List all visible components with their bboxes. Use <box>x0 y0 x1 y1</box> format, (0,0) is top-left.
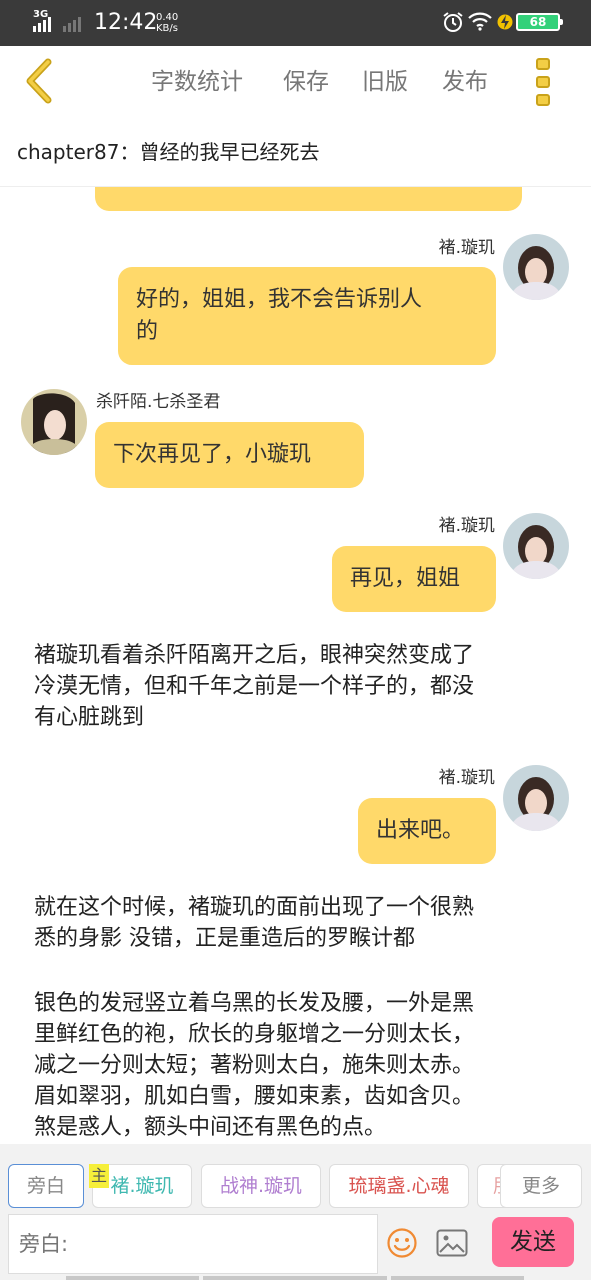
signal-icon-secondary <box>63 14 81 32</box>
message-text-line: 好的，姐姐，我不会告诉别人 <box>136 287 423 312</box>
more-menu-icon[interactable] <box>530 56 558 108</box>
narration-line: 眉如翠羽，肌如白雪，腰如束素，齿如含贝。 <box>34 1084 475 1109</box>
clock: 12:42 <box>94 10 158 35</box>
chat-scroll-area[interactable]: 褚.璇玑 好的，姐姐，我不会告诉别人 的 杀阡陌.七杀圣君 下次再见了，小璇玑 … <box>0 187 591 1144</box>
narration-line: 减之一分则太短；著粉则太白，施朱则太赤。 <box>34 1053 475 1078</box>
nav-gesture-bar <box>391 1276 524 1280</box>
message-bubble[interactable]: 好的，姐姐，我不会告诉别人 的 <box>118 267 496 365</box>
signal-icon <box>33 14 51 32</box>
battery-icon: 68 <box>516 13 563 31</box>
narration-line: 里鲜红色的袍，欣长的身躯增之一分则太长， <box>34 1022 475 1047</box>
publish-button[interactable]: 发布 <box>442 66 488 98</box>
speed-value: 0.40 <box>156 12 179 23</box>
host-badge: 主 <box>89 1164 109 1188</box>
image-icon[interactable] <box>436 1229 468 1257</box>
message-text-line: 的 <box>136 319 159 344</box>
nav-gesture-bar <box>66 1276 199 1280</box>
speaker-name: 褚.璇玑 <box>438 516 495 536</box>
status-bar: 3G 12:42 0.40 KB/s 68 <box>0 0 591 46</box>
editor-toolbar: 字数统计 保存 旧版 发布 <box>0 46 591 122</box>
emoji-icon[interactable] <box>386 1227 418 1259</box>
avatar[interactable] <box>21 389 87 455</box>
narration-line: 银色的发冠竖立着乌黑的长发及腰，一外是黑 <box>34 991 475 1016</box>
speaker-name: 褚.璇玑 <box>438 768 495 788</box>
narration-line: 就在这个时候，褚璇玑的面前出现了一个很熟 <box>34 895 475 920</box>
message-bubble[interactable]: 出来吧。 <box>358 798 496 864</box>
avatar[interactable] <box>503 765 569 831</box>
charging-icon <box>497 14 513 30</box>
alarm-icon <box>443 12 463 32</box>
avatar[interactable] <box>503 234 569 300</box>
narration-line: 有心脏跳到 <box>34 705 145 730</box>
role-chip-warlord-xuanji[interactable]: 战神.璇玑 <box>201 1164 321 1208</box>
chapter-title: chapter87：曾经的我早已经死去 <box>17 140 320 164</box>
message-bubble-partial[interactable] <box>95 187 522 211</box>
save-button[interactable]: 保存 <box>283 66 329 98</box>
send-button[interactable]: 发送 <box>492 1217 574 1267</box>
narration-line: 冷漠无情，但和千年之前是一个样子的，都没 <box>34 674 475 699</box>
message-bubble[interactable]: 再见，姐姐 <box>332 546 496 612</box>
more-roles-button[interactable]: 更多 <box>500 1164 582 1208</box>
old-version-button[interactable]: 旧版 <box>362 66 408 98</box>
narration-line: 悉的身影 没错，正是重造后的罗睺计都 <box>34 926 415 951</box>
back-icon[interactable] <box>18 58 58 104</box>
speed-unit: KB/s <box>156 23 178 34</box>
message-bubble[interactable]: 下次再见了，小璇玑 <box>95 422 364 488</box>
word-count-button[interactable]: 字数统计 <box>151 66 243 98</box>
narration-paragraph[interactable]: 银色的发冠竖立着乌黑的长发及腰，一外是黑 里鲜红色的袍，欣长的身躯增之一分则太长… <box>34 988 564 1143</box>
nav-gesture-bar <box>203 1276 387 1280</box>
role-chip-narrator[interactable]: 旁白 <box>8 1164 84 1208</box>
role-selector: 旁白 褚.璇玑 主 战神.璇玑 琉璃盏.心魂 朋 更多 <box>0 1144 591 1210</box>
wifi-icon <box>468 12 492 31</box>
message-input[interactable] <box>8 1214 378 1274</box>
narration-line: 褚璇玑看着杀阡陌离开之后，眼神突然变成了 <box>34 643 475 668</box>
narration-paragraph[interactable]: 就在这个时候，褚璇玑的面前出现了一个很熟 悉的身影 没错，正是重造后的罗睺计都 <box>34 892 564 954</box>
narration-line: 煞是惑人，额头中间还有黑色的点。 <box>34 1115 387 1140</box>
narration-paragraph[interactable]: 褚璇玑看着杀阡陌离开之后，眼神突然变成了 冷漠无情，但和千年之前是一个样子的，都… <box>34 640 564 733</box>
speaker-name: 褚.璇玑 <box>438 238 495 258</box>
avatar[interactable] <box>503 513 569 579</box>
speaker-name: 杀阡陌.七杀圣君 <box>96 392 221 412</box>
input-bar: 发送 <box>0 1210 591 1280</box>
network-speed: 0.40 KB/s <box>156 12 178 34</box>
role-chip-liulizhan[interactable]: 琉璃盏.心魂 <box>329 1164 469 1208</box>
